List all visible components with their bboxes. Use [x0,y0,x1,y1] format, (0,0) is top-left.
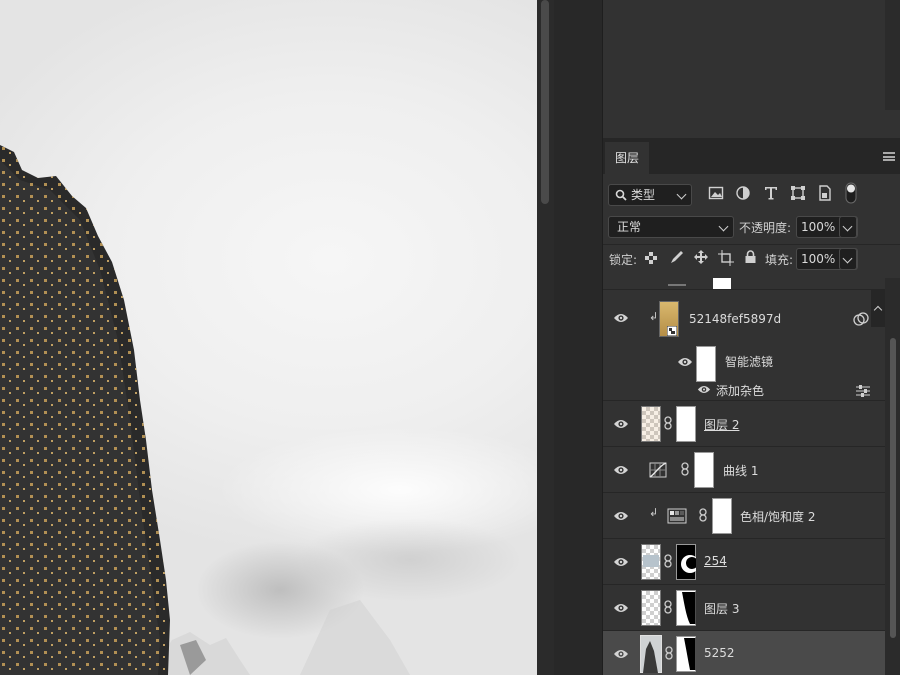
opacity-value: 100% [801,220,836,234]
eye-icon[interactable] [613,557,629,567]
layer-mask-thumbnail [712,498,732,534]
canvas-artwork-rock [0,145,410,675]
layer-thumbnail [640,635,662,673]
layers-list-scrollbar[interactable] [885,278,900,675]
lock-artboard-icon[interactable] [718,250,734,266]
canvas-vertical-scrollbar[interactable] [537,0,554,675]
clipping-arrow-icon: ↲ [649,506,659,519]
chevron-down-icon [676,189,687,200]
link-icon[interactable] [665,646,673,660]
layer-thumbnail [641,590,661,626]
fill-slider-button[interactable] [839,248,857,270]
upper-panel [602,0,900,138]
smart-filter-item-label[interactable]: 添加杂色 [716,382,764,399]
smart-object-filter-icon[interactable] [817,185,833,201]
eye-icon[interactable] [613,603,629,613]
canvas-scroll-thumb[interactable] [541,0,549,204]
adjustment-layer-filter-icon[interactable] [735,185,751,201]
layer-name[interactable]: 254 [704,554,727,568]
layer-row-smart-object[interactable]: ↲ 52148fef5897d 智能滤镜 添加杂色 [603,289,885,401]
eye-icon[interactable] [613,419,629,429]
layer-thumbnail-image [643,555,659,567]
layer-mask-thumbnail [676,636,696,672]
layer-name[interactable]: 色相/饱和度 2 [740,508,816,525]
opacity-slider-button[interactable] [839,216,857,238]
layer-name[interactable]: 图层 3 [704,600,739,617]
tab-layers[interactable]: 图层 [605,142,649,174]
fill-value: 100% [801,252,836,266]
type-layer-filter-icon[interactable] [763,185,779,201]
layer-row-5252[interactable]: 5252 [603,631,885,675]
smart-filter-mask-thumbnail [696,346,716,382]
filter-kind-label: 类型 [631,188,656,202]
curves-adjustment-icon [649,462,667,478]
chevron-down-icon [718,221,729,232]
hue-saturation-adjustment-icon [667,508,687,524]
chevron-down-icon [842,253,853,264]
layer-mask-thumbnail [713,278,731,289]
blend-mode-dropdown[interactable]: 正常 [608,216,734,238]
layer-name[interactable]: 5252 [704,646,735,660]
smart-object-badge-icon [667,326,677,336]
eye-icon[interactable] [613,649,629,659]
eye-icon[interactable] [677,357,693,367]
shape-layer-filter-icon[interactable] [790,185,806,201]
layer-name[interactable]: 52148fef5897d [689,312,781,326]
layers-panel: 图层 类型 正常 不透明度: 100% 锁定: 填充: 100% ↲ 52148… [602,138,900,675]
layer-list[interactable]: ↲ 52148fef5897d 智能滤镜 添加杂色 图层 2 曲线 1 ↲ 色相… [603,278,885,675]
link-icon[interactable] [664,416,672,430]
eye-icon[interactable] [697,385,711,394]
pixel-layer-filter-icon[interactable] [708,185,724,201]
layer-mask-thumbnail [676,406,696,442]
smart-filters-label[interactable]: 智能滤镜 [725,353,773,370]
layer-filter-kind-dropdown[interactable]: 类型 [608,184,692,206]
link-icon[interactable] [664,554,672,568]
layer-row-layer3[interactable]: 图层 3 [603,585,885,631]
layer-row-layer2[interactable]: 图层 2 [603,401,885,447]
layers-scroll-thumb[interactable] [890,338,896,638]
panel-gutter [554,0,601,675]
chevron-up-icon [873,305,883,315]
layer-row-254[interactable]: 254 [603,539,885,585]
link-icon[interactable] [681,462,689,476]
layer-mask-thumbnail [676,544,696,580]
lock-transparent-pixels-icon[interactable] [644,251,658,265]
lock-image-pixels-icon[interactable] [669,250,684,265]
blend-mode-value: 正常 [617,220,642,234]
eye-icon[interactable] [613,511,629,521]
lock-position-icon[interactable] [693,249,709,265]
smart-filter-indicator-icon[interactable] [853,312,869,326]
layer-name[interactable]: 曲线 1 [723,462,758,479]
link-icon[interactable] [664,600,672,614]
layer-thumbnail [641,406,661,442]
lock-label: 锁定: [609,253,638,267]
panel-menu-icon[interactable] [883,152,895,161]
eye-icon[interactable] [613,313,629,323]
layers-panel-tabbar: 图层 [603,138,900,174]
search-icon [615,189,627,201]
layer-mask-thumbnail [694,452,714,488]
filter-toggle-switch[interactable] [845,182,857,204]
layer-thumbnail [668,278,686,286]
link-icon[interactable] [699,508,707,522]
document-canvas[interactable] [0,0,537,675]
layer-row-curves[interactable]: 曲线 1 [603,447,885,493]
chevron-down-icon [842,221,853,232]
eye-icon[interactable] [613,465,629,475]
expand-toggle[interactable] [871,289,885,327]
layer-row-partial[interactable] [603,278,885,290]
layer-row-hue-saturation[interactable]: ↲ 色相/饱和度 2 [603,493,885,539]
layer-mask-thumbnail [676,590,696,626]
filter-blending-options-icon[interactable] [856,385,870,397]
opacity-label: 不透明度: [739,221,792,235]
upper-panel-scrollbar[interactable] [885,0,900,110]
layer-name[interactable]: 图层 2 [704,416,739,433]
lock-all-icon[interactable] [744,250,757,264]
fill-label: 填充: [765,253,794,267]
clipping-arrow-icon: ↲ [649,310,659,323]
layer-thumbnail [641,544,661,580]
